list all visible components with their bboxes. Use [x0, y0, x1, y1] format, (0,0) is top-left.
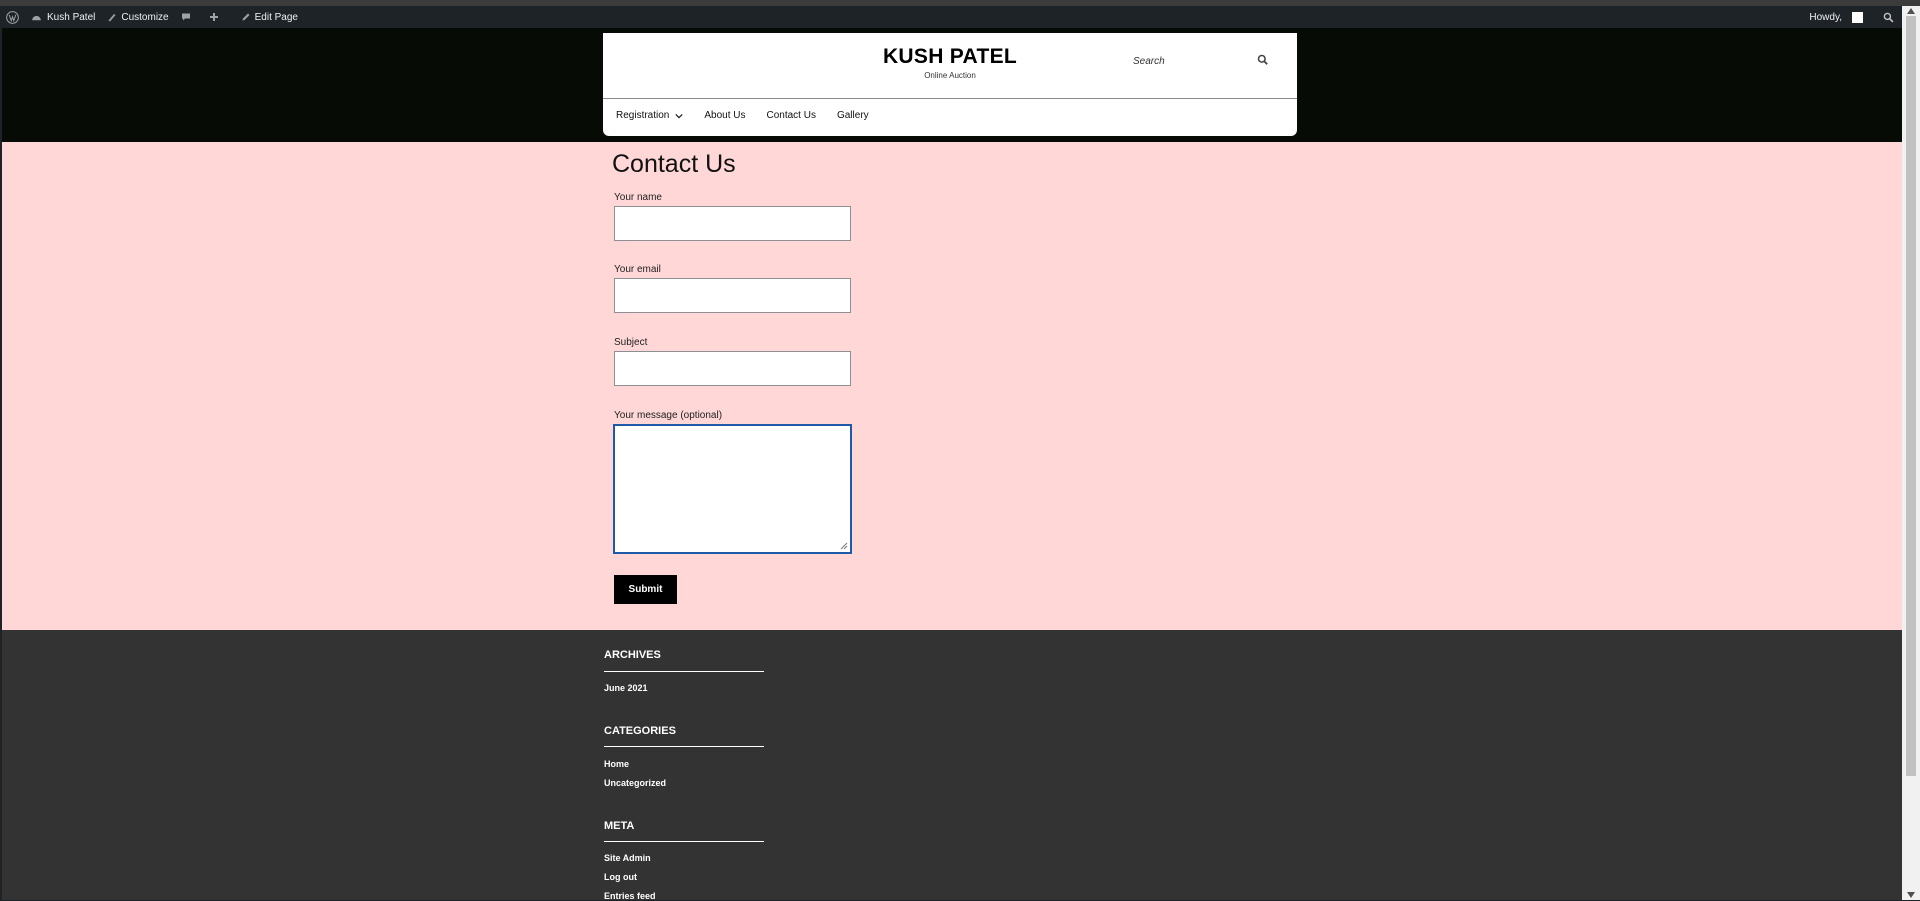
- admin-customize-label: Customize: [121, 11, 169, 23]
- nav-item-about-us[interactable]: About Us: [704, 110, 745, 121]
- meta-title: META: [604, 820, 635, 832]
- page-scrollbar[interactable]: [1902, 6, 1920, 900]
- search-icon[interactable]: [1257, 54, 1269, 66]
- header-divider: [603, 98, 1297, 99]
- header-search-input[interactable]: Search: [1133, 56, 1165, 67]
- archives-title: ARCHIVES: [604, 649, 661, 661]
- nav-item-label: About Us: [704, 110, 746, 121]
- name-field[interactable]: [614, 206, 851, 241]
- primary-nav: Registration About Us Contact Us Gallery: [616, 110, 890, 121]
- subject-field[interactable]: [614, 351, 851, 386]
- page-title: Contact Us: [612, 150, 736, 178]
- meta-rule: [604, 841, 764, 842]
- scroll-up-arrow-icon[interactable]: [1907, 8, 1915, 14]
- admin-edit-page-label: Edit Page: [254, 11, 298, 23]
- site-title[interactable]: KUSH PATEL: [603, 45, 1297, 69]
- meta-link-site-admin[interactable]: Site Admin: [604, 853, 651, 863]
- email-field[interactable]: [614, 278, 851, 313]
- nav-item-gallery[interactable]: Gallery: [837, 110, 869, 121]
- comments-icon[interactable]: [175, 6, 197, 28]
- admin-site-name: Kush Patel: [47, 11, 96, 23]
- nav-item-contact-us[interactable]: Contact Us: [767, 110, 816, 121]
- category-link-uncategorized[interactable]: Uncategorized: [604, 778, 666, 788]
- nav-item-registration[interactable]: Registration: [616, 110, 683, 121]
- categories-title: CATEGORIES: [604, 725, 676, 737]
- admin-account-menu[interactable]: Howdy,: [1803, 6, 1877, 28]
- admin-search-icon[interactable]: [1877, 6, 1902, 28]
- category-link-home[interactable]: Home: [604, 759, 629, 769]
- admin-edit-page-link[interactable]: Edit Page: [235, 6, 304, 28]
- new-content-icon[interactable]: [203, 6, 225, 28]
- paintbrush-icon: [108, 14, 116, 22]
- meta-link-log-out[interactable]: Log out: [604, 872, 637, 882]
- main-content: [2, 142, 1902, 630]
- avatar: [1852, 11, 1863, 23]
- scroll-down-arrow-icon[interactable]: [1907, 892, 1915, 898]
- site-footer: [2, 630, 1902, 900]
- site-tagline: Online Auction: [924, 71, 976, 80]
- name-label: Your name: [614, 192, 662, 203]
- email-label: Your email: [614, 264, 661, 275]
- nav-item-label: Gallery: [836, 110, 869, 121]
- message-textarea[interactable]: [613, 424, 852, 554]
- subject-label: Subject: [614, 337, 648, 348]
- message-label: Your message (optional): [614, 410, 723, 421]
- admin-bar: Kush Patel Customize Edit Page Howdy,: [0, 6, 1902, 28]
- resize-grip-icon[interactable]: [840, 542, 848, 550]
- admin-customize-link[interactable]: Customize: [101, 6, 174, 28]
- archive-link-june-2021[interactable]: June 2021: [604, 683, 648, 693]
- nav-item-label: Contact Us: [766, 110, 816, 121]
- nav-item-label: Registration: [616, 110, 670, 121]
- chevron-down-icon: [675, 113, 683, 118]
- admin-site-link[interactable]: Kush Patel: [25, 6, 101, 28]
- scrollbar-thumb[interactable]: [1906, 16, 1916, 776]
- pencil-icon: [242, 13, 250, 21]
- dashboard-icon: [32, 15, 41, 21]
- howdy-label: Howdy,: [1809, 11, 1842, 23]
- archives-rule: [604, 671, 764, 672]
- wordpress-logo-icon[interactable]: [0, 6, 25, 28]
- site-header: KUSH PATEL Online Auction Search Registr…: [603, 33, 1297, 136]
- submit-button[interactable]: Submit: [614, 575, 677, 604]
- categories-rule: [604, 746, 764, 747]
